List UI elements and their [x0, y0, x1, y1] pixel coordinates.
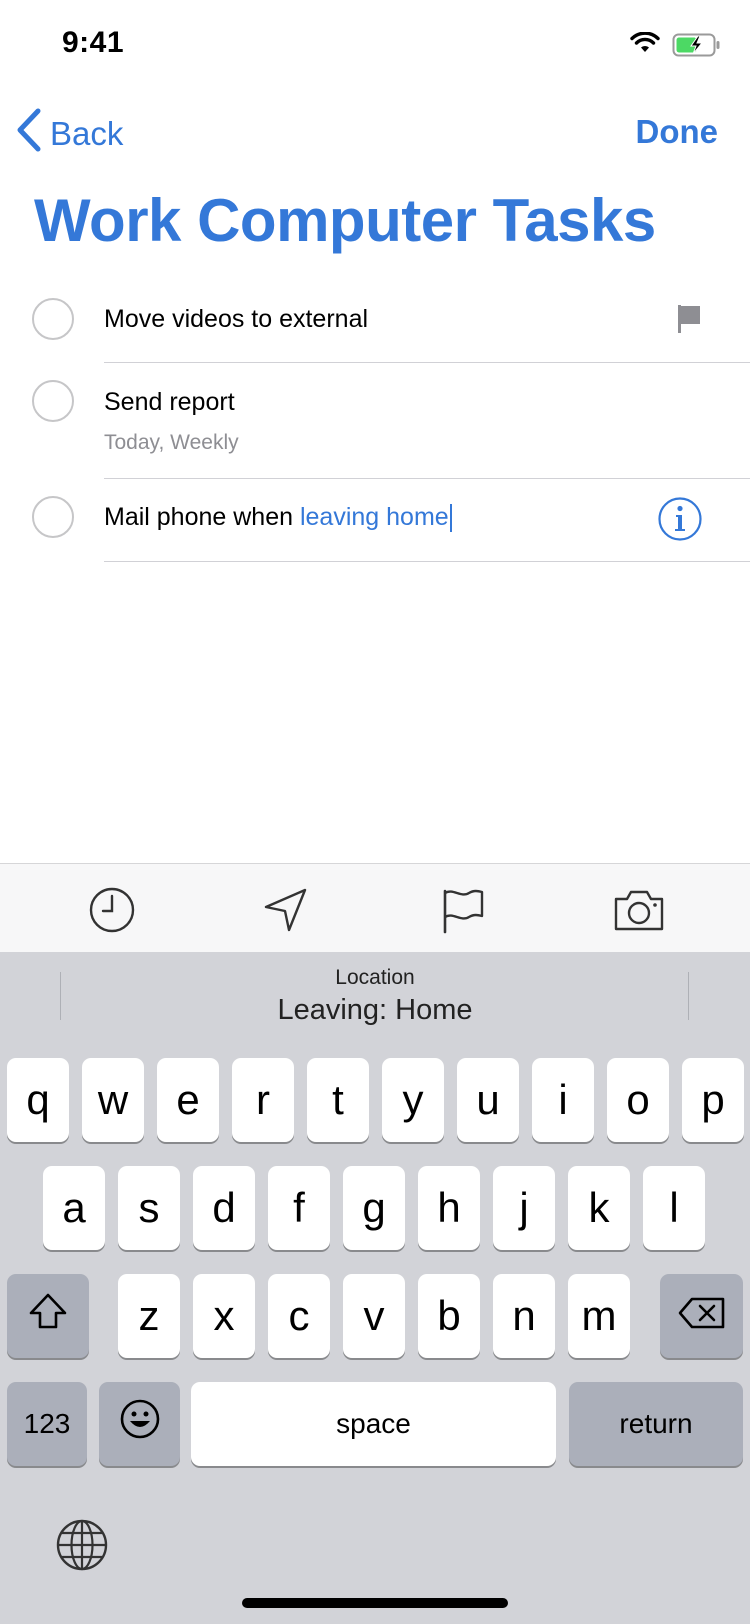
key-y[interactable]: y — [382, 1058, 444, 1142]
wifi-icon — [630, 31, 660, 59]
home-indicator[interactable] — [242, 1598, 508, 1608]
back-label: Back — [50, 115, 124, 152]
row-divider — [104, 478, 750, 479]
key-q[interactable]: q — [7, 1058, 69, 1142]
location-token[interactable]: leaving home — [300, 503, 449, 531]
flag-icon[interactable] — [437, 885, 487, 935]
key-l[interactable]: l — [643, 1166, 705, 1250]
shift-key[interactable] — [7, 1274, 89, 1358]
return-key[interactable]: return — [569, 1382, 743, 1466]
numbers-key[interactable]: 123 — [7, 1382, 87, 1466]
emoji-key[interactable] — [99, 1382, 180, 1466]
reminder-text: Mail phone when — [104, 503, 300, 531]
key-z[interactable]: z — [118, 1274, 180, 1358]
key-r[interactable]: r — [232, 1058, 294, 1142]
globe-icon[interactable] — [55, 1518, 109, 1577]
suggestion-category[interactable]: Location — [0, 966, 750, 990]
shift-icon — [28, 1292, 68, 1340]
key-h[interactable]: h — [418, 1166, 480, 1250]
camera-icon[interactable] — [612, 885, 664, 935]
clock-icon[interactable] — [87, 885, 137, 935]
backspace-icon — [678, 1292, 726, 1340]
key-m[interactable]: m — [568, 1274, 630, 1358]
text-cursor — [449, 504, 452, 533]
flag-icon — [676, 303, 702, 340]
key-v[interactable]: v — [343, 1274, 405, 1358]
key-p[interactable]: p — [682, 1058, 744, 1142]
key-b[interactable]: b — [418, 1274, 480, 1358]
space-key[interactable]: space — [191, 1382, 556, 1466]
chevron-left-icon — [16, 108, 50, 160]
key-f[interactable]: f — [268, 1166, 330, 1250]
key-a[interactable]: a — [43, 1166, 105, 1250]
key-j[interactable]: j — [493, 1166, 555, 1250]
key-i[interactable]: i — [532, 1058, 594, 1142]
key-t[interactable]: t — [307, 1058, 369, 1142]
key-k[interactable]: k — [568, 1166, 630, 1250]
delete-key[interactable] — [660, 1274, 743, 1358]
back-button[interactable]: Back — [16, 108, 124, 160]
location-arrow-icon[interactable] — [261, 885, 311, 935]
location-suggestion[interactable]: Leaving: Home — [0, 994, 750, 1027]
status-time: 9:41 — [62, 26, 125, 59]
reminder-title[interactable]: Move videos to external — [104, 305, 368, 334]
info-icon[interactable] — [657, 496, 703, 547]
key-n[interactable]: n — [493, 1274, 555, 1358]
complete-toggle[interactable] — [32, 496, 74, 538]
reminder-title-input[interactable]: Mail phone when leaving home — [104, 503, 452, 533]
key-d[interactable]: d — [193, 1166, 255, 1250]
complete-toggle[interactable] — [32, 380, 74, 422]
key-e[interactable]: e — [157, 1058, 219, 1142]
key-o[interactable]: o — [607, 1058, 669, 1142]
key-w[interactable]: w — [82, 1058, 144, 1142]
list-title: Work Computer Tasks — [34, 187, 656, 254]
key-g[interactable]: g — [343, 1166, 405, 1250]
row-divider — [104, 362, 750, 363]
complete-toggle[interactable] — [32, 298, 74, 340]
reminder-subtitle: Today, Weekly — [104, 431, 239, 454]
done-button[interactable]: Done — [636, 113, 719, 151]
key-s[interactable]: s — [118, 1166, 180, 1250]
key-x[interactable]: x — [193, 1274, 255, 1358]
key-u[interactable]: u — [457, 1058, 519, 1142]
row-divider — [104, 561, 750, 562]
reminder-title[interactable]: Send report — [104, 388, 235, 417]
emoji-icon — [119, 1398, 161, 1450]
battery-icon — [672, 33, 722, 62]
key-c[interactable]: c — [268, 1274, 330, 1358]
